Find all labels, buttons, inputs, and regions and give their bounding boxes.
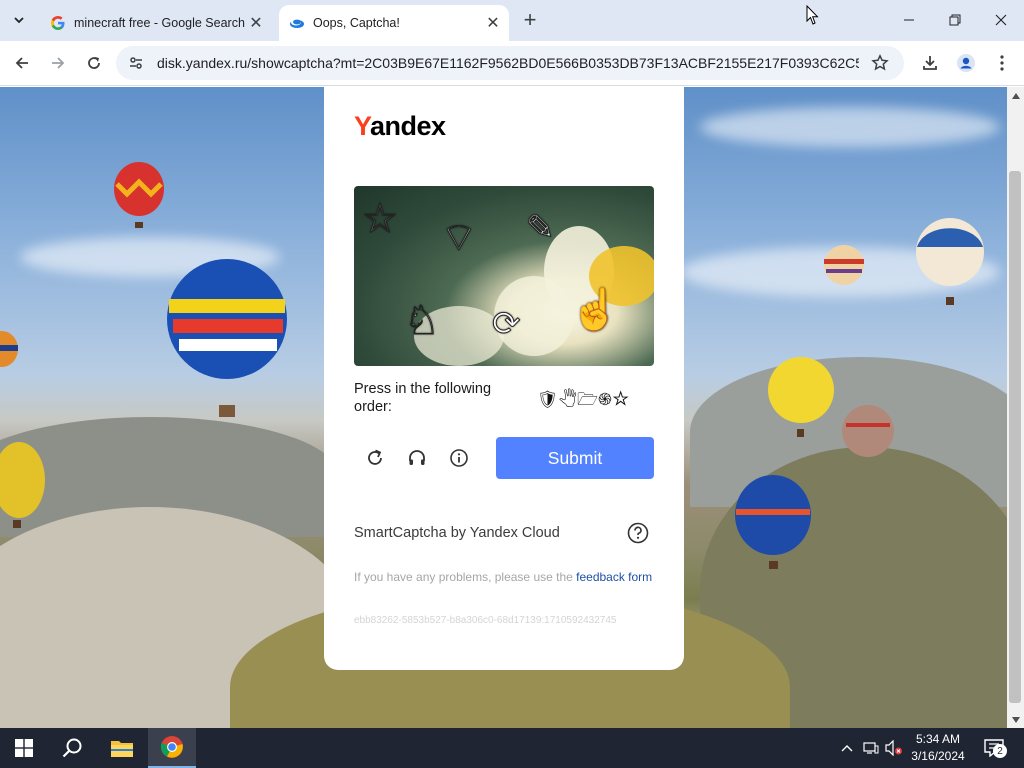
tab-strip: minecraft free - Google Search ✕ Oops, C…: [0, 0, 1024, 41]
mouse-cursor-icon: [806, 5, 819, 25]
volume-muted-icon: [885, 740, 902, 756]
tab-search-button[interactable]: [8, 9, 30, 31]
info-icon: [450, 449, 468, 467]
search-icon: [62, 738, 82, 758]
help-button[interactable]: [627, 522, 649, 544]
menu-button[interactable]: [988, 49, 1016, 77]
windows-logo-icon: [15, 739, 33, 757]
file-explorer-button[interactable]: [98, 728, 146, 768]
search-button[interactable]: [48, 728, 96, 768]
tab-title: minecraft free - Google Search: [74, 16, 245, 30]
problems-text: If you have any problems, please use the…: [354, 569, 654, 585]
google-g-icon: [50, 15, 66, 31]
forward-button[interactable]: [44, 49, 72, 77]
tab-google-search[interactable]: minecraft free - Google Search ✕: [40, 5, 272, 41]
chrome-icon: [160, 736, 183, 758]
request-id: ebb83262-5853b527-b8a306c0-68d17139:1710…: [354, 615, 617, 626]
logo-rest: andex: [370, 111, 446, 141]
refresh-icon: [368, 449, 382, 465]
captcha-symbol-star[interactable]: ☆: [362, 196, 399, 242]
hot-air-balloon: [735, 475, 811, 569]
problems-prefix: If you have any problems, please use the: [354, 570, 577, 584]
network-button[interactable]: [861, 728, 881, 768]
cloud: [700, 107, 1000, 147]
close-icon[interactable]: ✕: [246, 13, 266, 33]
back-button[interactable]: [8, 49, 36, 77]
audio-captcha-button[interactable]: [405, 446, 429, 470]
submit-button[interactable]: Submit: [496, 437, 654, 479]
tab-captcha[interactable]: Oops, Captcha! ✕: [279, 5, 509, 41]
download-icon: [923, 56, 937, 70]
captcha-instruction: Press in the following order:: [354, 381, 492, 415]
page-scrollbar[interactable]: [1007, 87, 1024, 728]
hot-air-balloon: [0, 442, 45, 528]
hot-air-balloon: [114, 162, 164, 228]
captcha-symbol-shape[interactable]: ✎: [526, 208, 555, 248]
hot-air-balloon: [167, 259, 287, 417]
chevron-up-icon: [841, 745, 853, 752]
close-window-button[interactable]: [978, 0, 1024, 40]
logo-first-letter: Y: [354, 111, 371, 141]
hot-air-balloon: [824, 245, 864, 285]
network-icon: [863, 742, 879, 754]
system-clock[interactable]: 5:34 AM 3/16/2024: [906, 731, 970, 765]
hot-air-balloon: [768, 357, 834, 437]
headphones-icon: [409, 450, 425, 465]
refresh-button[interactable]: [363, 446, 387, 470]
clock-date: 3/16/2024: [911, 749, 965, 763]
folder-icon: [111, 741, 133, 757]
url-text[interactable]: disk.yandex.ru/showcaptcha?mt=2C03B9E67E…: [157, 55, 859, 71]
scroll-up-button[interactable]: [1007, 87, 1024, 104]
show-hidden-icons-button[interactable]: [838, 728, 856, 768]
yandex-logo: Yandex: [354, 111, 446, 142]
minimize-icon: [904, 19, 914, 21]
arrow-right-icon: [52, 57, 65, 69]
new-tab-button[interactable]: +: [518, 7, 542, 32]
avatar-icon: [957, 54, 975, 72]
close-icon[interactable]: ✕: [483, 13, 503, 33]
restore-button[interactable]: [932, 0, 978, 40]
hot-air-balloon: [916, 218, 984, 305]
triangle-down-icon: [1011, 716, 1020, 723]
profile-button[interactable]: [952, 49, 980, 77]
kebab-menu-icon: [1000, 55, 1004, 71]
scroll-down-button[interactable]: [1007, 711, 1024, 728]
info-button[interactable]: [447, 446, 471, 470]
feedback-form-link[interactable]: feedback form: [576, 570, 652, 584]
scroll-thumb[interactable]: [1009, 171, 1021, 703]
reload-button[interactable]: [80, 49, 108, 77]
address-bar[interactable]: disk.yandex.ru/showcaptcha?mt=2C03B9E67E…: [116, 46, 904, 80]
captcha-order-symbols: 🛡🖑🗁֍☆: [537, 390, 630, 409]
captcha-card: Yandex ☆ ⌔ ✎ ♘ ⟳ ☝ Press in the followin…: [324, 87, 684, 670]
hot-air-balloon: [842, 405, 894, 457]
captcha-symbol-hand[interactable]: ☝: [570, 286, 621, 333]
hot-air-balloon: [0, 331, 18, 367]
chrome-taskbar-button[interactable]: [148, 728, 196, 768]
close-icon: [995, 14, 1007, 26]
question-circle-icon: [627, 522, 649, 544]
windows-taskbar: 5:34 AM 3/16/2024: [0, 728, 1024, 768]
bookmark-star-icon[interactable]: [866, 49, 894, 77]
downloads-button[interactable]: [916, 49, 944, 77]
captcha-image[interactable]: ☆ ⌔ ✎ ♘ ⟳ ☝: [354, 186, 654, 366]
captcha-symbol-shape[interactable]: ⌔: [440, 212, 479, 262]
start-button[interactable]: [0, 728, 48, 768]
tab-title: Oops, Captcha!: [313, 16, 400, 30]
restore-icon: [949, 14, 961, 26]
notification-count-badge: 2: [993, 744, 1007, 758]
site-info-icon[interactable]: [122, 49, 150, 77]
captcha-symbol-shape[interactable]: ⟳: [492, 304, 521, 344]
captcha-symbol-shape[interactable]: ♘: [404, 298, 441, 344]
reload-icon: [88, 57, 100, 69]
clock-time: 5:34 AM: [915, 732, 961, 746]
triangle-up-icon: [1011, 92, 1020, 99]
browser-toolbar: disk.yandex.ru/showcaptcha?mt=2C03B9E67E…: [0, 41, 1024, 86]
volume-button[interactable]: [884, 728, 904, 768]
yandex-disk-icon: [289, 15, 305, 31]
chevron-down-icon: [14, 17, 24, 24]
arrow-left-icon: [15, 57, 28, 69]
minimize-button[interactable]: [886, 0, 932, 40]
smartcaptcha-label: SmartCaptcha by Yandex Cloud: [354, 525, 560, 541]
